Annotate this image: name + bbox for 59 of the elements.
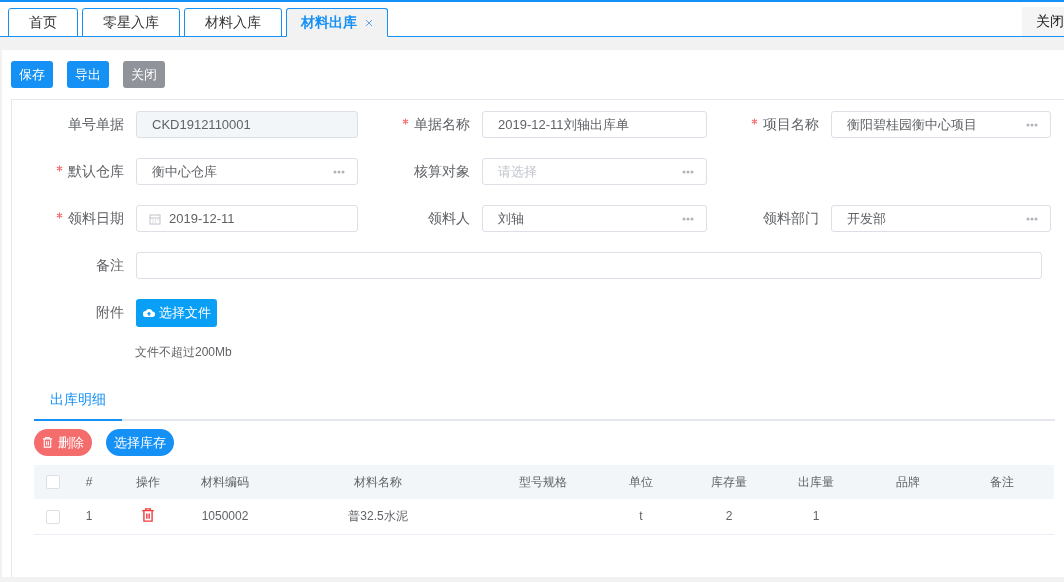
- more-icon[interactable]: [1026, 122, 1038, 127]
- column-header: 材料编码: [201, 474, 249, 489]
- table-cell: t: [639, 509, 643, 524]
- select-stock-button[interactable]: 选择库存: [106, 429, 174, 456]
- field-label: 备注: [95, 256, 124, 275]
- more-icon[interactable]: [682, 216, 694, 221]
- column-header: 操作: [136, 474, 160, 489]
- date-field[interactable]: 2019-12-11: [136, 205, 358, 232]
- detail-tab[interactable]: 出库明细: [34, 391, 122, 421]
- page-tab[interactable]: 首页: [8, 8, 78, 37]
- table-cell: 1: [85, 509, 93, 524]
- close-icon[interactable]: [365, 18, 373, 27]
- table-cell: 1: [812, 509, 820, 524]
- row-checkbox[interactable]: [46, 509, 60, 524]
- required-icon: [402, 117, 409, 125]
- cloud-upload-icon: [142, 308, 155, 318]
- close-tabs-button[interactable]: 关闭: [1022, 7, 1064, 36]
- field-label: 默认仓库: [12, 162, 124, 181]
- trash-icon: [42, 436, 53, 449]
- column-header: 型号规格: [519, 474, 567, 489]
- more-icon[interactable]: [1026, 216, 1038, 221]
- more-icon[interactable]: [333, 169, 345, 174]
- column-header: 库存量: [711, 474, 747, 489]
- picker-field[interactable]: 衡阳碧桂园衡中心项目: [831, 111, 1051, 138]
- field-label: 领料人: [427, 209, 470, 228]
- more-icon[interactable]: [682, 169, 694, 174]
- field-label: 领料日期: [12, 209, 124, 228]
- toolbar-button[interactable]: 保存: [11, 61, 53, 88]
- field-label: 领料部门: [762, 209, 819, 228]
- toolbar-button[interactable]: 导出: [67, 61, 109, 88]
- field-label: 附件: [95, 304, 124, 322]
- upload-hint: 文件不超过200Mb: [135, 344, 232, 361]
- picker-field[interactable]: 衡中心仓库: [136, 158, 358, 185]
- column-header: #: [85, 475, 93, 489]
- calendar-icon: [149, 212, 161, 225]
- column-header: 备注: [990, 474, 1014, 489]
- column-header: 单位: [629, 474, 653, 489]
- required-icon: [751, 117, 758, 125]
- table-cell: 2: [725, 509, 733, 524]
- select-all-checkbox[interactable]: [46, 475, 60, 490]
- column-header: 材料名称: [354, 474, 402, 489]
- text-field[interactable]: 2019-12-11刘轴出库单: [482, 111, 707, 138]
- required-icon: [56, 211, 63, 219]
- page-tab[interactable]: 零星入库: [82, 8, 180, 37]
- page-tab[interactable]: 材料入库: [184, 8, 282, 37]
- readonly-field: CKD1912110001: [136, 111, 358, 138]
- table-cell: 1050002: [201, 509, 249, 524]
- picker-field[interactable]: 刘轴: [482, 205, 707, 232]
- required-icon: [56, 164, 63, 172]
- column-header: 品牌: [896, 474, 920, 489]
- remark-field[interactable]: [136, 252, 1042, 279]
- table-cell: 普32.5水泥: [348, 508, 408, 523]
- field-label: 项目名称: [707, 115, 819, 134]
- field-label: 单号单据: [67, 115, 124, 134]
- picker-field[interactable]: 开发部: [831, 205, 1051, 232]
- field-label: 核算对象: [413, 162, 470, 181]
- column-header: 出库量: [798, 474, 834, 489]
- trash-icon[interactable]: [141, 507, 155, 523]
- field-label: 单据名称: [358, 115, 470, 134]
